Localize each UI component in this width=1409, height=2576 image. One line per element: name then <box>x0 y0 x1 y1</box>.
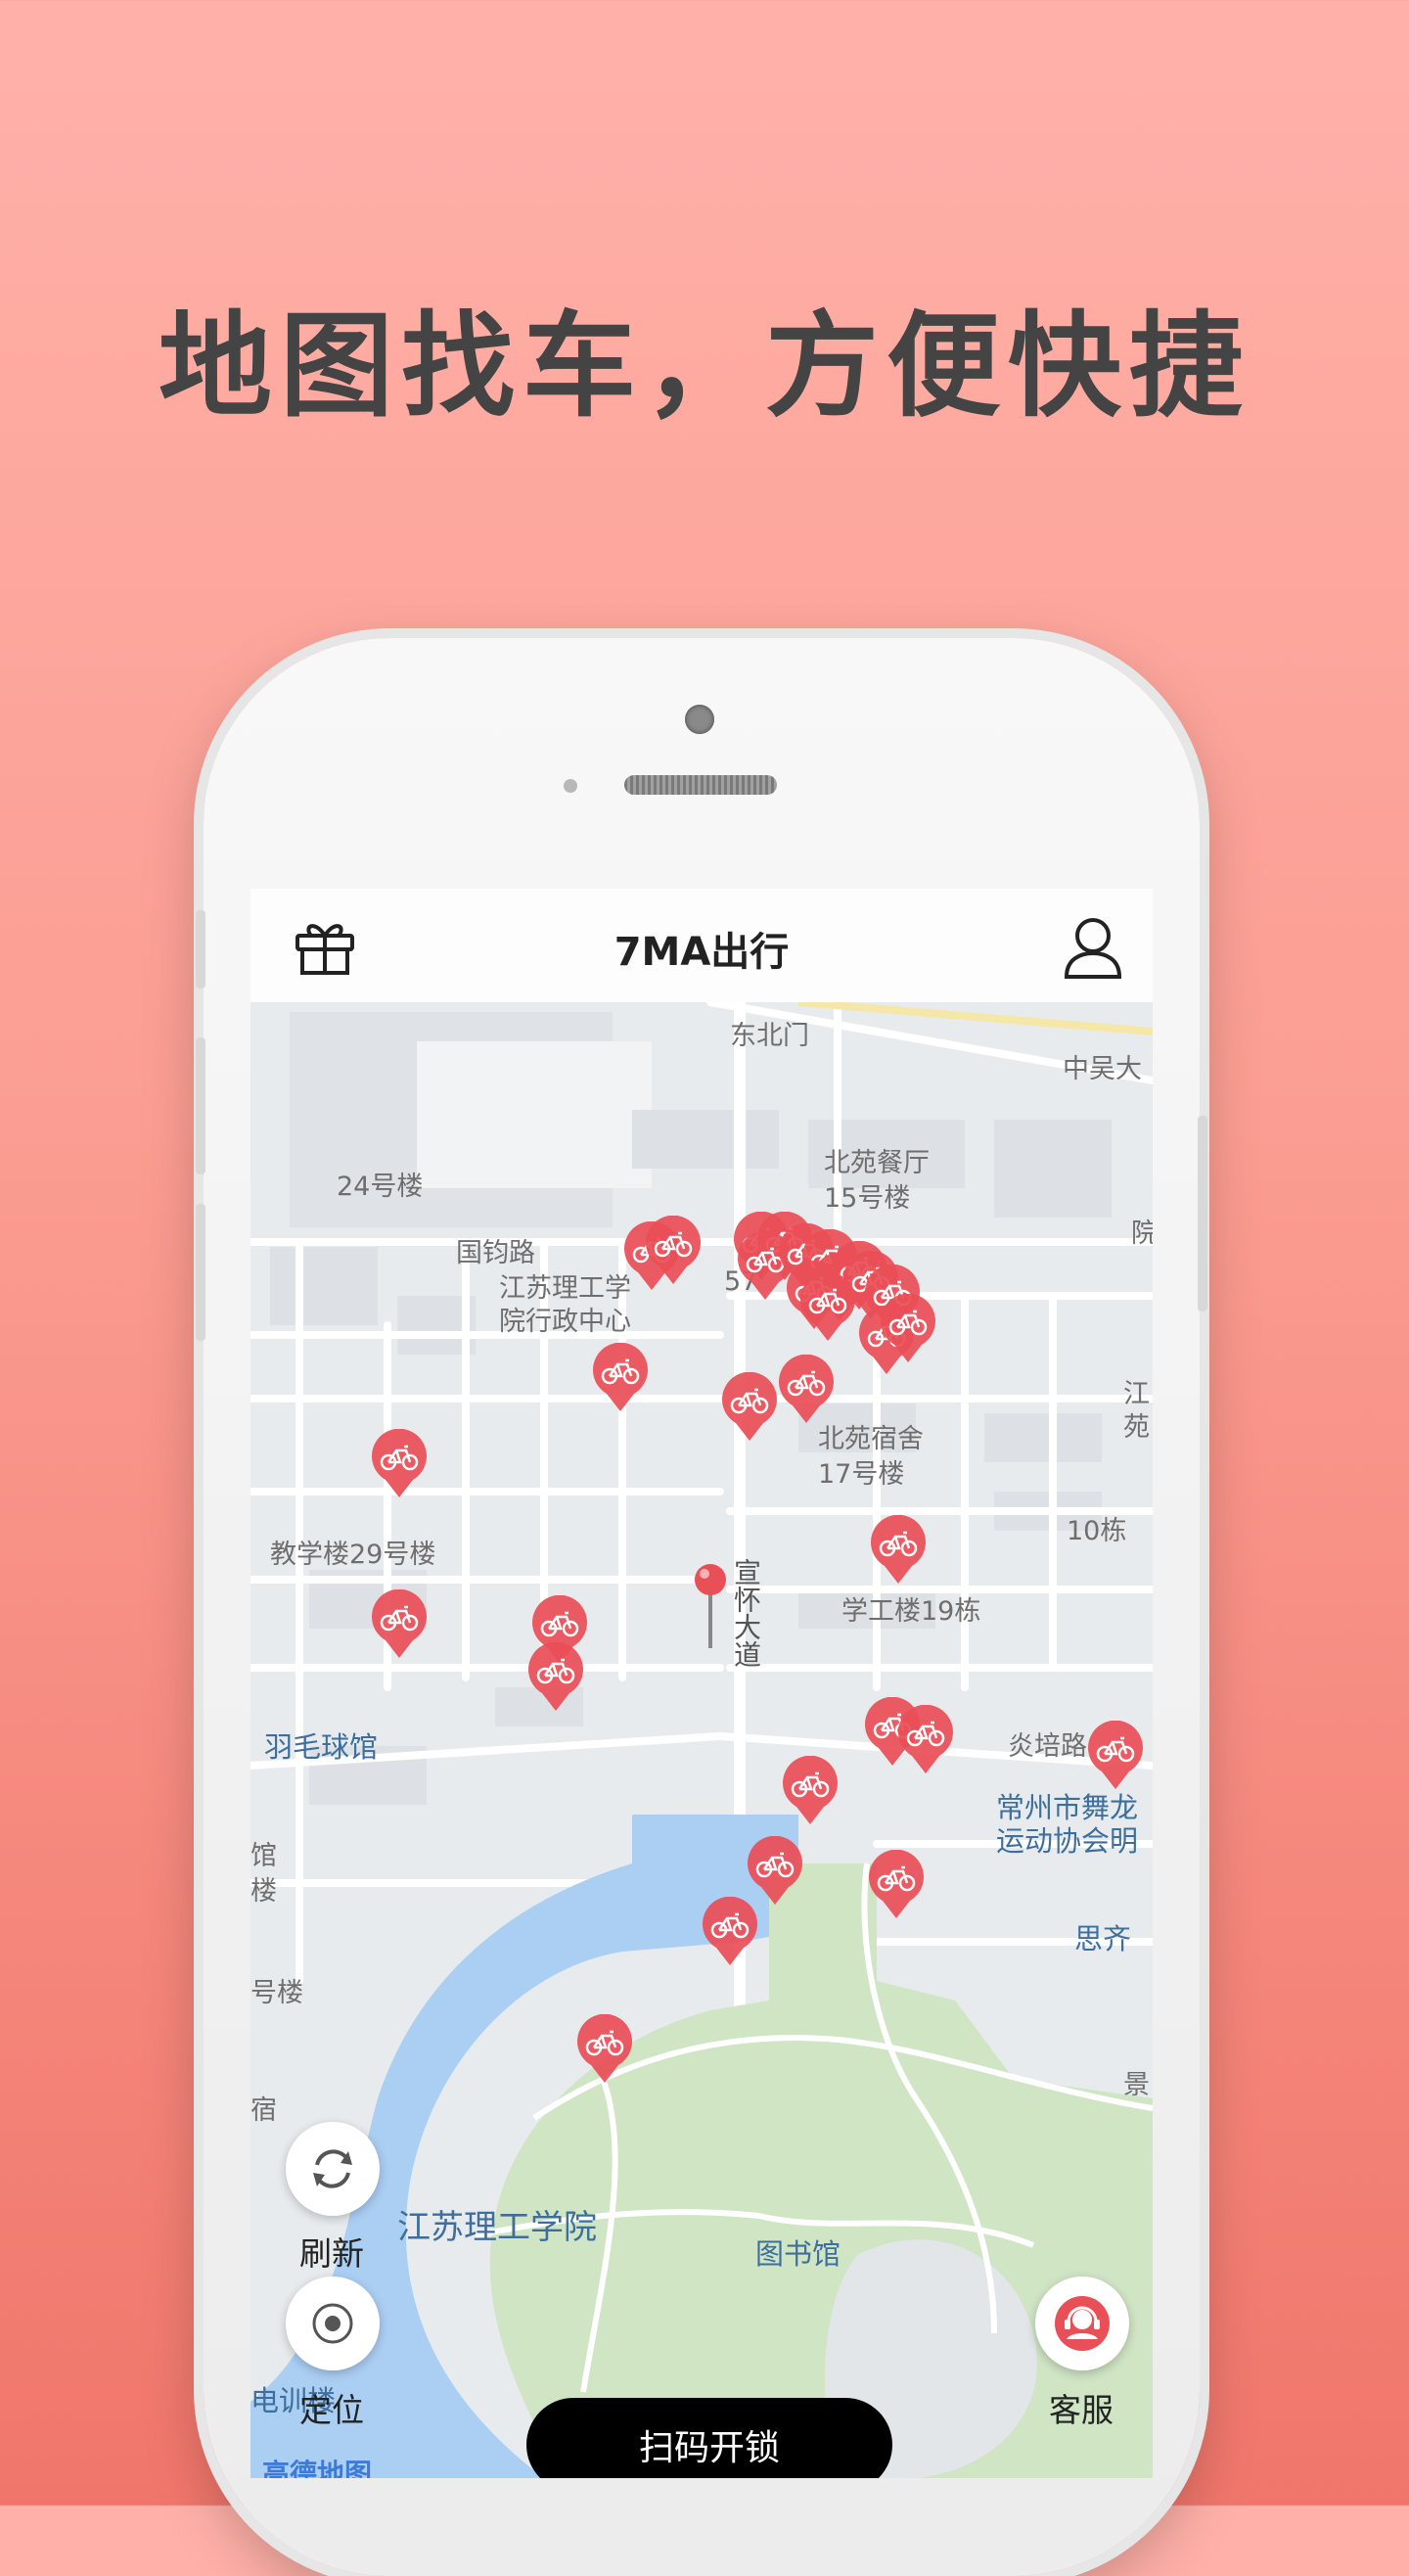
scan-unlock-button[interactable]: 扫码开锁 <box>526 2398 892 2478</box>
refresh-label: 刷新 <box>299 2234 364 2273</box>
map-label: 教学楼29号楼 <box>270 1540 436 1570</box>
map-label: 院行政中心 <box>499 1307 631 1337</box>
map-label: 号楼 <box>250 1978 303 2008</box>
road-label: 宣怀大道 <box>730 1558 762 1668</box>
map-label-university: 江苏理工学院 <box>397 2208 597 2247</box>
bike-marker-icon[interactable] <box>895 1704 956 1775</box>
customer-service-label: 客服 <box>1049 2391 1114 2429</box>
earpiece-speaker <box>624 775 777 795</box>
locate-button[interactable] <box>286 2277 380 2370</box>
bike-marker-icon[interactable] <box>700 1896 760 1967</box>
user-icon[interactable] <box>1063 916 1123 985</box>
locate-icon <box>312 2303 353 2344</box>
refresh-button[interactable] <box>286 2122 380 2216</box>
bike-marker-icon[interactable] <box>878 1293 938 1364</box>
bike-marker-icon[interactable] <box>866 1849 927 1920</box>
map-label: 院 <box>1131 1219 1153 1249</box>
bike-marker-icon[interactable] <box>719 1371 780 1443</box>
app-title: 7MA出行 <box>614 930 790 975</box>
proximity-sensor <box>564 779 577 793</box>
customer-service-button[interactable] <box>1035 2277 1129 2370</box>
phone-button-power <box>1198 1116 1207 1311</box>
map-label: 24号楼 <box>337 1172 424 1202</box>
phone-button-volume-down <box>196 1204 205 1341</box>
map-label: 学工楼19栋 <box>841 1596 981 1627</box>
map-label: 宿 <box>250 2095 277 2126</box>
map-label: 17号楼 <box>818 1459 905 1490</box>
bike-marker-icon[interactable] <box>776 1354 837 1425</box>
app-header: 7MA出行 <box>250 889 1153 1004</box>
phone-button-mute <box>196 910 205 989</box>
map-poi-siqi: 思齐 <box>1074 1922 1132 1955</box>
map-provider-logo: 高德地图 <box>262 2458 373 2478</box>
road-label: 炎培路 <box>1008 1731 1087 1762</box>
phone-button-volume-up <box>196 1037 205 1174</box>
map-poi-library: 图书馆 <box>755 2237 841 2271</box>
map-poi-wulong: 运动协会明 <box>996 1824 1139 1858</box>
bike-marker-icon[interactable] <box>574 2013 635 2085</box>
bike-marker-icon[interactable] <box>797 1271 858 1343</box>
bike-marker-icon[interactable] <box>1085 1720 1146 1791</box>
map-label: 北苑餐厅 <box>824 1148 930 1178</box>
bike-marker-icon[interactable] <box>868 1514 929 1586</box>
map-label: 东北门 <box>730 1021 809 1051</box>
locate-label: 定位 <box>299 2391 364 2429</box>
map-label: 国钧路 <box>456 1238 535 1268</box>
map-label: 10栋 <box>1067 1516 1127 1546</box>
bike-marker-icon[interactable] <box>780 1755 841 1826</box>
bike-marker-icon[interactable] <box>643 1215 704 1286</box>
refresh-icon <box>313 2149 352 2188</box>
bike-marker-icon[interactable] <box>590 1342 651 1413</box>
app-screen: 7MA出行 东北门 中吴大 北苑餐厅 15号楼 24号楼 国钧路 江苏理工学 院… <box>250 889 1153 2478</box>
headline: 地图找车，方便快捷 <box>159 300 1250 433</box>
map-label: 馆 <box>250 1841 277 1871</box>
map-label: 楼 <box>250 1876 277 1907</box>
bike-marker-icon[interactable] <box>525 1641 586 1713</box>
headset-icon <box>1055 2296 1110 2351</box>
map-label: 苑 <box>1123 1412 1150 1443</box>
map-poi-badminton: 羽毛球馆 <box>264 1730 379 1764</box>
map-label: 中吴大 <box>1063 1054 1142 1084</box>
map-view[interactable]: 东北门 中吴大 北苑餐厅 15号楼 24号楼 国钧路 江苏理工学 院行政中心 5… <box>250 1002 1153 2478</box>
map-label: 景 <box>1123 2070 1150 2100</box>
bike-marker-icon[interactable] <box>369 1588 430 1660</box>
front-camera <box>685 705 714 734</box>
map-label: 15号楼 <box>824 1183 911 1214</box>
bike-marker-icon[interactable] <box>369 1428 430 1499</box>
